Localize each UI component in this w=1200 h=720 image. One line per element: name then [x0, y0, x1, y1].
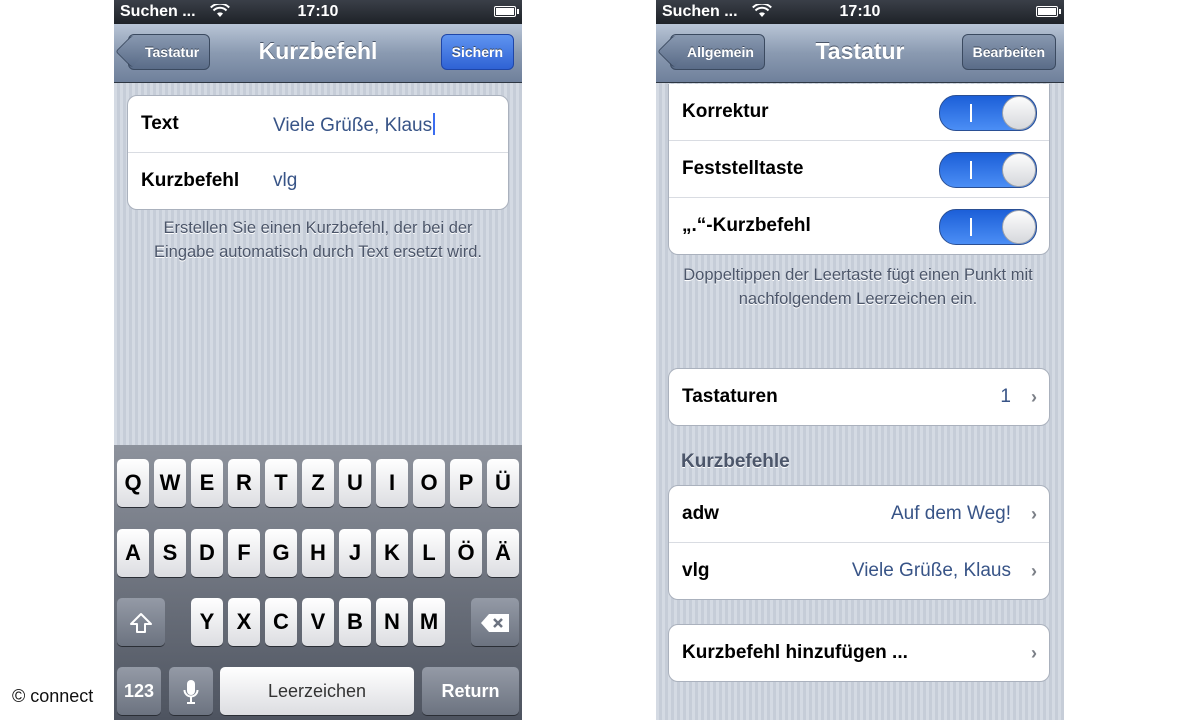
key-p[interactable]: P [450, 459, 482, 507]
text-field[interactable]: Viele Grüße, Klaus [273, 113, 436, 137]
navigation-bar: Allgemein Tastatur Bearbeiten [656, 24, 1064, 83]
key-f[interactable]: F [228, 529, 260, 577]
text-field-value: Viele Grüße, Klaus [273, 115, 433, 136]
keyboards-group: Tastaturen 1 › [668, 368, 1050, 426]
left-screen: Suchen ... 17:10 Tastatur Kurzbefehl Sic… [114, 0, 522, 720]
key-oe[interactable]: Ö [450, 529, 482, 577]
key-u[interactable]: U [339, 459, 371, 507]
keyboards-row[interactable]: Tastaturen 1 › [669, 369, 1049, 425]
keyboards-count: 1 [1000, 386, 1011, 407]
keyboard: Q W E R T Z U I O P Ü A S D F G H J K L … [114, 445, 522, 720]
shortcut-key: vlg [682, 560, 710, 581]
key-x[interactable]: X [228, 598, 260, 646]
right-screen: Suchen ... 17:10 Allgemein Tastatur Bear… [656, 0, 1064, 720]
shortcut-key: adw [682, 503, 719, 524]
shift-icon [130, 613, 152, 634]
key-t[interactable]: T [265, 459, 297, 507]
shortcut-phrase: Viele Grüße, Klaus [851, 560, 1011, 581]
key-l[interactable]: L [413, 529, 445, 577]
key-e[interactable]: E [191, 459, 223, 507]
microphone-icon [183, 680, 199, 705]
toggle-row-autocorrect: Korrektur [669, 84, 1049, 141]
battery-icon [1036, 6, 1061, 17]
key-b[interactable]: B [339, 598, 371, 646]
key-ue[interactable]: Ü [487, 459, 519, 507]
chevron-right-icon: › [1031, 643, 1037, 663]
status-bar: Suchen ... 17:10 [656, 0, 1064, 24]
clock: 17:10 [297, 3, 339, 20]
key-n[interactable]: N [376, 598, 408, 646]
key-v[interactable]: V [302, 598, 334, 646]
key-g[interactable]: G [265, 529, 297, 577]
toggle-label: „.“-Kurzbefehl [682, 215, 811, 236]
key-r[interactable]: R [228, 459, 260, 507]
add-shortcut-row[interactable]: Kurzbefehl hinzufügen ... › [669, 625, 1049, 681]
key-a[interactable]: A [117, 529, 149, 577]
toggle-row-caps-lock: Feststelltaste [669, 141, 1049, 198]
shortcut-field[interactable]: vlg [273, 170, 297, 192]
shortcut-field-label: Kurzbefehl [141, 170, 240, 191]
backspace-key[interactable] [471, 598, 519, 646]
shortcut-phrase: Auf dem Weg! [890, 503, 1011, 524]
toggle-row-period-shortcut: „.“-Kurzbefehl [669, 198, 1049, 254]
chevron-right-icon: › [1031, 561, 1037, 581]
text-field-label: Text [141, 113, 179, 134]
key-j[interactable]: J [339, 529, 371, 577]
text-cursor [433, 113, 436, 135]
list-item[interactable]: vlg Viele Grüße, Klaus › [669, 543, 1049, 599]
clock: 17:10 [839, 3, 881, 20]
shortcuts-section-header: Kurzbefehle [681, 451, 790, 472]
caps-lock-switch[interactable] [939, 152, 1037, 188]
keyboards-label: Tastaturen [682, 386, 778, 407]
shortcut-hint: Erstellen Sie einen Kurzbefehl, der bei … [153, 219, 483, 261]
navigation-bar: Tastatur Kurzbefehl Sichern [114, 24, 522, 83]
key-h[interactable]: H [302, 529, 334, 577]
back-button-label: Tastatur [145, 44, 200, 60]
battery-icon [494, 6, 519, 17]
save-button[interactable]: Sichern [440, 34, 514, 70]
backspace-icon [481, 614, 509, 633]
toggle-label: Korrektur [682, 101, 769, 122]
back-button[interactable]: Allgemein [670, 34, 765, 70]
toggle-label: Feststelltaste [682, 158, 804, 179]
period-shortcut-hint: Doppeltippen der Leertaste fügt einen Pu… [683, 266, 1033, 308]
key-ae[interactable]: Ä [487, 529, 519, 577]
key-q[interactable]: Q [117, 459, 149, 507]
edit-button[interactable]: Bearbeiten [961, 34, 1056, 70]
save-button-label: Sichern [451, 44, 503, 60]
edit-button-label: Bearbeiten [972, 44, 1045, 60]
key-o[interactable]: O [413, 459, 445, 507]
shortcut-field-row[interactable]: Kurzbefehl vlg [128, 153, 508, 209]
shortcut-form: Text Viele Grüße, Klaus Kurzbefehl vlg [127, 95, 509, 210]
key-c[interactable]: C [265, 598, 297, 646]
autocorrect-switch[interactable] [939, 95, 1037, 131]
key-m[interactable]: M [413, 598, 445, 646]
status-bar: Suchen ... 17:10 [114, 0, 522, 24]
add-shortcut-group: Kurzbefehl hinzufügen ... › [668, 624, 1050, 682]
back-button[interactable]: Tastatur [128, 34, 211, 70]
key-k[interactable]: K [376, 529, 408, 577]
key-z[interactable]: Z [302, 459, 334, 507]
shift-key[interactable] [117, 598, 165, 646]
text-field-row[interactable]: Text Viele Grüße, Klaus [128, 96, 508, 153]
key-y[interactable]: Y [191, 598, 223, 646]
shortcuts-list: adw Auf dem Weg! › vlg Viele Grüße, Klau… [668, 485, 1050, 600]
back-button-label: Allgemein [687, 44, 754, 60]
key-w[interactable]: W [154, 459, 186, 507]
space-key[interactable]: Leerzeichen [220, 667, 414, 715]
add-shortcut-label: Kurzbefehl hinzufügen ... [682, 642, 908, 663]
key-d[interactable]: D [191, 529, 223, 577]
key-i[interactable]: I [376, 459, 408, 507]
list-item[interactable]: adw Auf dem Weg! › [669, 486, 1049, 543]
chevron-right-icon: › [1031, 387, 1037, 407]
dictation-key[interactable] [169, 667, 213, 715]
period-shortcut-switch[interactable] [939, 209, 1037, 245]
watermark: © connect [12, 686, 94, 706]
toggle-group: Korrektur Feststelltaste „.“-Kurzbefehl [668, 84, 1050, 255]
chevron-right-icon: › [1031, 504, 1037, 524]
key-s[interactable]: S [154, 529, 186, 577]
return-key[interactable]: Return [422, 667, 519, 715]
numbers-key[interactable]: 123 [117, 667, 161, 715]
